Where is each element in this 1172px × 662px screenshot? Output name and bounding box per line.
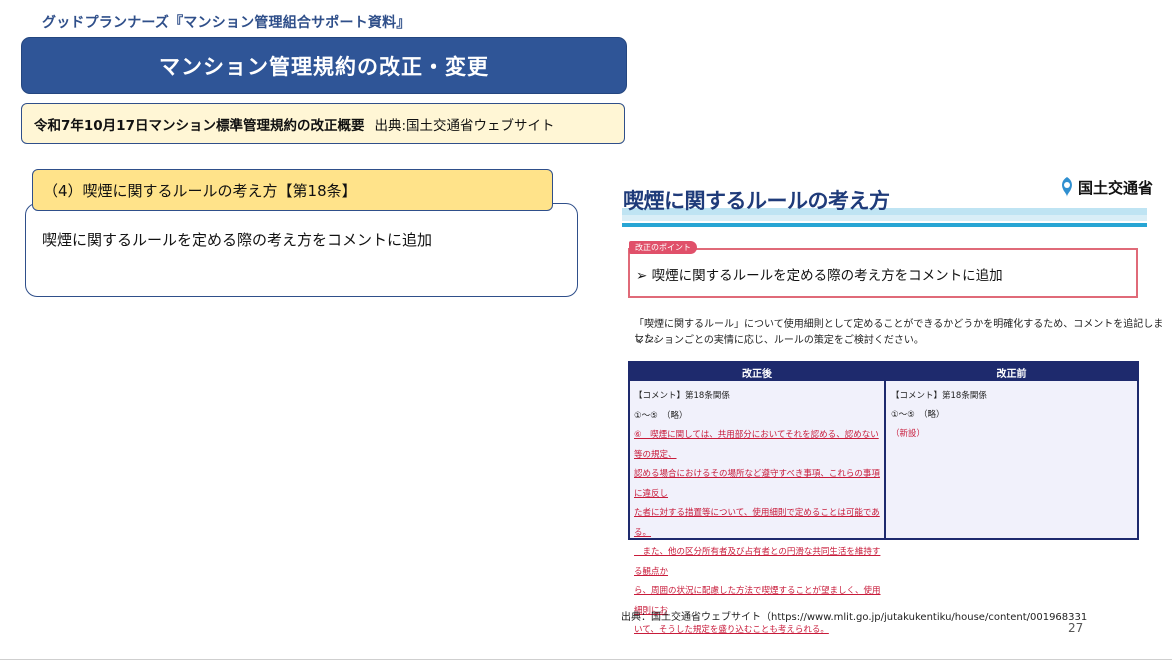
source-box: 令和7年10月17日マンション標準管理規約の改正概要 出典:国土交通省ウェブサイ… [21,103,625,144]
mlit-logo-text: 国土交通省 [1078,178,1154,197]
arrow-icon: ➢ [636,268,652,284]
slide-title-stripe [622,215,1147,221]
slide-title: 喫煙に関するルールの考え方 [623,189,890,213]
table-line-added: ⑥ 喫煙に関しては、共用部分においてそれを認める、認めない等の規定、 [634,430,879,460]
slide-title-underline [622,223,1147,227]
source-credit: 出典:国土交通省ウェブサイト [374,117,555,134]
slide-description: マンションごとの実情に応じ、ルールの策定をご検討ください。 [634,335,924,346]
table-line: ①～⑤ （略） [634,410,688,421]
page-title: マンション管理規約の改正・変更 [21,37,627,94]
table-line-added: 認める場合におけるその場所など遵守すべき事項、これらの事項に違反し [634,469,880,499]
mlit-logo-icon [1060,176,1074,198]
table-line-added: た者に対する措置等について、使用細則で定めることは可能である。 [634,508,880,538]
table-line-added: いて、そうした規定を盛り込むことも考えられる。 [634,625,829,635]
point-text: ➢ 喫煙に関するルールを定める際の考え方をコメントに追加 [636,264,1003,284]
comparison-table: 改正後 改正前 【コメント】第18条関係 ①～⑤ （略） ⑥ 喫煙に関しては、共… [628,361,1139,635]
section-body-text: 喫煙に関するルールを定める際の考え方をコメントに追加 [42,231,433,249]
table-line: 【コメント】第18条関係 [891,391,987,401]
table-header-after: 改正後 [630,363,884,381]
mlit-logo: 国土交通省 [1060,176,1153,198]
point-tag: 改正のポイント [629,241,697,254]
table-header-before: 改正前 [886,363,1137,381]
section-heading-tab: （4）喫煙に関するルールの考え方【第18条】 [32,169,553,211]
header-kicker: グッドプランナーズ『マンション管理組合サポート資料』 [42,15,411,31]
section-body-box [25,203,578,297]
page-number: 27 [1068,621,1084,635]
source-summary: 令和7年10月17日マンション標準管理規約の改正概要 [34,117,365,134]
section-heading: （4）喫煙に関するルールの考え方【第18条】 [43,181,357,200]
table-line-added: また、他の区分所有者及び占有者との円滑な共同生活を維持する観点か [634,547,881,577]
table-line: ①～⑤ （略） [891,410,945,420]
bottom-divider [0,659,1172,660]
table-cell-after: 【コメント】第18条関係 ①～⑤ （略） ⑥ 喫煙に関しては、共用部分においてそ… [630,381,884,635]
point-text-label: 喫煙に関するルールを定める際の考え方をコメントに追加 [651,268,1003,284]
page-title-text: マンション管理規約の改正・変更 [159,54,489,79]
table-line-new: （新設） [891,429,926,439]
table-line: 【コメント】第18条関係 [634,391,730,401]
footer-source: 出典：国土交通省ウェブサイト（https://www.mlit.go.jp/ju… [621,612,1088,623]
table-cell-before: 【コメント】第18条関係 ①～⑤ （略） （新設） [886,381,1137,538]
